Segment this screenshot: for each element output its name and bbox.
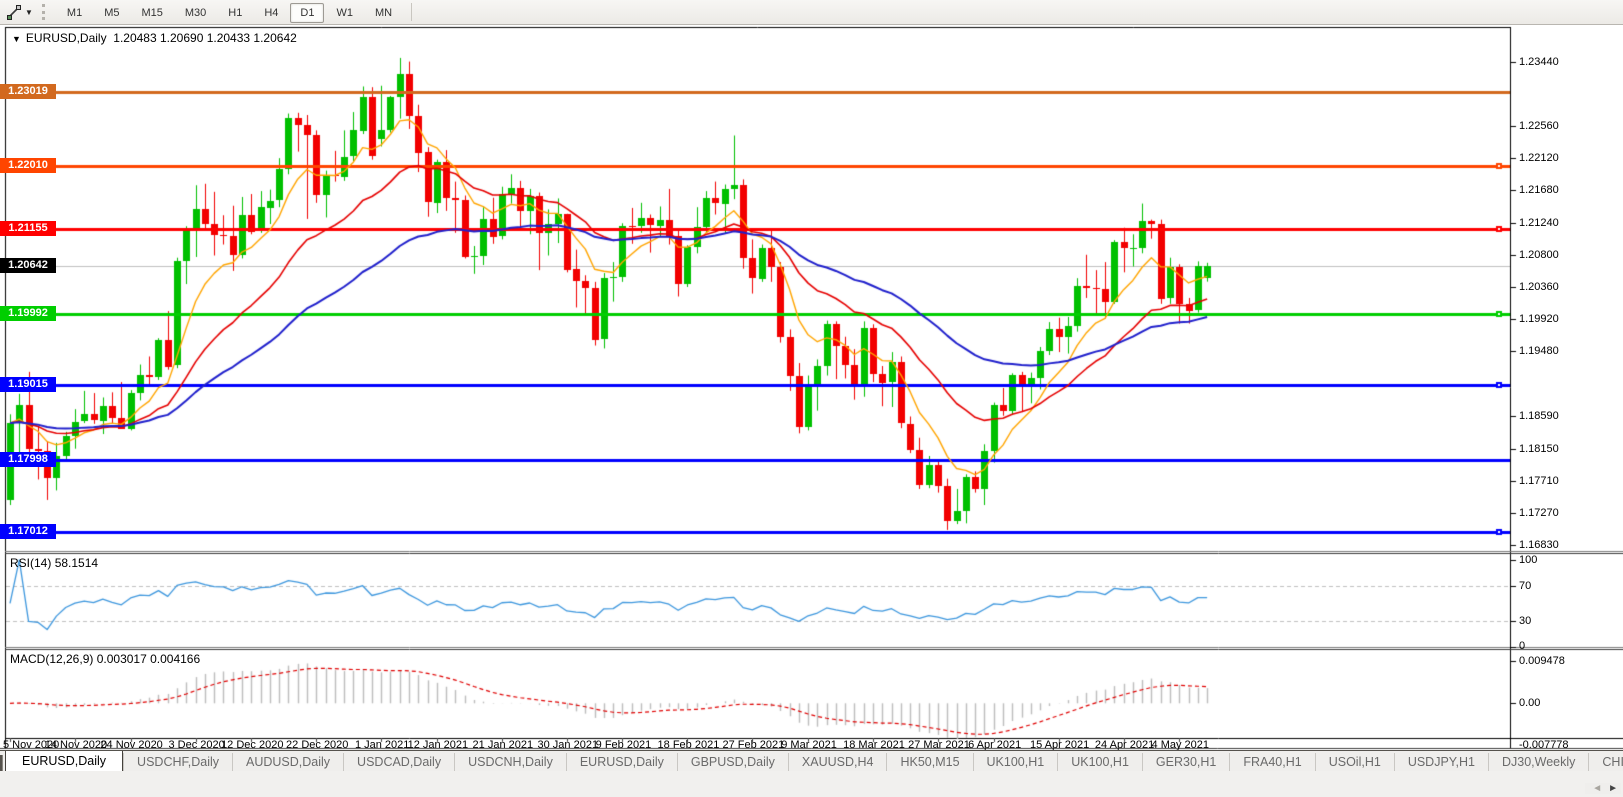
chart-tab-16[interactable]: CHINA300,H1 xyxy=(1588,753,1623,772)
tab-scroll-left-icon[interactable]: ◄ xyxy=(1589,783,1605,794)
tool-dropdown-caret-icon[interactable]: ▼ xyxy=(24,8,38,17)
status-strip xyxy=(0,771,1623,797)
chart-tab-12[interactable]: FRA40,H1 xyxy=(1229,753,1314,772)
chart-tab-bar: EURUSD,Daily USDCHF,Daily AUDUSD,Daily USDC… xyxy=(0,750,1623,772)
toolbar-separator xyxy=(411,3,413,21)
timeframe-button-m5[interactable]: M5 xyxy=(94,3,129,23)
toolbar-grip[interactable] xyxy=(41,4,50,20)
timeframe-button-w1[interactable]: W1 xyxy=(326,3,363,23)
chart-tab-0[interactable]: EURUSD,Daily xyxy=(5,751,124,772)
timeframe-button-mn[interactable]: MN xyxy=(365,3,402,23)
chart-tab-2[interactable]: AUDUSD,Daily xyxy=(232,753,343,772)
chart-tab-11[interactable]: GER30,H1 xyxy=(1141,753,1229,772)
tab-scroll-arrows: ◄ ► xyxy=(1585,783,1621,794)
tab-bar-grip[interactable] xyxy=(0,755,3,772)
timeframe-button-m15[interactable]: M15 xyxy=(131,3,172,23)
pointer-tool-icon[interactable] xyxy=(4,3,24,21)
chart-tab-8[interactable]: HK50,M15 xyxy=(886,753,972,772)
chart-tab-1[interactable]: USDCHF,Daily xyxy=(123,753,232,772)
chart-tab-3[interactable]: USDCAD,Daily xyxy=(343,753,454,772)
timeframe-button-d1[interactable]: D1 xyxy=(290,3,325,23)
tab-scroll-right-icon[interactable]: ► xyxy=(1605,783,1621,794)
timeframe-button-m1[interactable]: M1 xyxy=(57,3,92,23)
timeframe-buttons: M1 M5 M15 M30 H1 H4 D1 W1 MN xyxy=(56,3,403,23)
chart-tab-6[interactable]: GBPUSD,Daily xyxy=(676,753,788,772)
timeframe-button-m30[interactable]: M30 xyxy=(175,3,216,23)
chart-tab-14[interactable]: USDJPY,H1 xyxy=(1393,753,1488,772)
price-chart-canvas[interactable] xyxy=(0,0,1623,797)
chart-tab-9[interactable]: UK100,H1 xyxy=(972,753,1058,772)
chart-tab-7[interactable]: XAUUSD,H4 xyxy=(787,753,887,772)
timeframe-button-h1[interactable]: H1 xyxy=(218,3,252,23)
chart-tab-13[interactable]: USOil,H1 xyxy=(1314,753,1394,772)
top-toolbar: ▼ M1 M5 M15 M30 H1 H4 D1 W1 MN xyxy=(0,0,1623,25)
chart-tab-4[interactable]: USDCNH,Daily xyxy=(454,753,566,772)
chart-tab-15[interactable]: DJ30,Weekly xyxy=(1487,753,1588,772)
chart-tab-10[interactable]: UK100,H1 xyxy=(1057,753,1142,772)
chart-tab-5[interactable]: EURUSD,Daily xyxy=(565,753,677,772)
timeframe-button-h4[interactable]: H4 xyxy=(254,3,288,23)
